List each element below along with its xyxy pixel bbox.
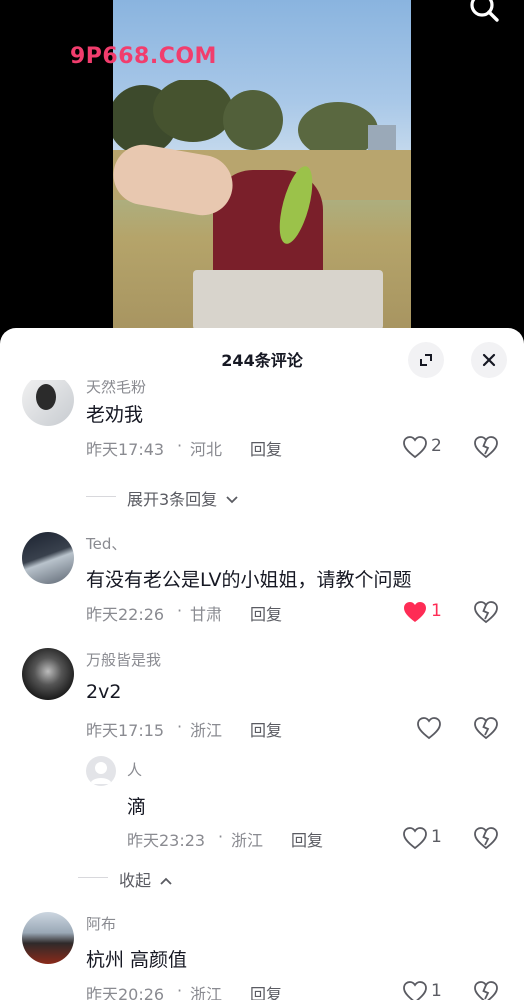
divider-line bbox=[86, 496, 116, 497]
like-count: 2 bbox=[431, 436, 442, 456]
comment-text: 杭州 高颜值 bbox=[86, 949, 188, 971]
reply-button[interactable]: 回复 bbox=[291, 827, 323, 851]
broken-heart-icon bbox=[474, 981, 498, 1000]
comment-location: 甘肃 bbox=[190, 605, 223, 624]
like-button[interactable]: 1 bbox=[402, 980, 446, 1000]
search-button[interactable] bbox=[466, 0, 502, 26]
fullscreen-button[interactable] bbox=[408, 342, 444, 378]
like-count: 1 bbox=[431, 601, 442, 621]
like-count: 1 bbox=[431, 981, 442, 1000]
avatar[interactable] bbox=[22, 912, 74, 964]
reply-text: 滴 bbox=[127, 796, 147, 818]
heart-icon bbox=[403, 981, 427, 1000]
collapse-replies-label: 收起 bbox=[119, 871, 152, 890]
comment-username[interactable]: Ted、 bbox=[86, 533, 126, 554]
comment-text: 2v2 bbox=[86, 681, 122, 703]
reply-button[interactable]: 回复 bbox=[250, 981, 282, 1000]
dislike-button[interactable] bbox=[473, 600, 499, 626]
heart-filled-icon bbox=[404, 602, 426, 622]
comment-count-title: 244条评论 bbox=[221, 351, 303, 370]
separator-dot: · bbox=[177, 436, 183, 455]
dislike-button[interactable] bbox=[473, 826, 499, 852]
broken-heart-icon bbox=[474, 827, 498, 850]
separator-dot: · bbox=[177, 601, 183, 620]
divider-line bbox=[78, 877, 108, 878]
video-player[interactable]: 9P668.COM bbox=[0, 0, 524, 340]
comment-time: 昨天22:26 bbox=[86, 605, 165, 624]
heart-icon bbox=[403, 436, 427, 459]
avatar[interactable] bbox=[22, 532, 74, 584]
close-button[interactable] bbox=[471, 342, 507, 378]
expand-icon bbox=[420, 354, 432, 366]
comment-sheet: 244条评论 天然毛粉 老劝我 昨天17:43 · 河北 回复 2 展开3条回复… bbox=[0, 328, 524, 1000]
default-user-icon bbox=[90, 762, 112, 784]
broken-heart-icon bbox=[474, 601, 498, 624]
dislike-button[interactable] bbox=[473, 716, 499, 742]
comment-username[interactable]: 天然毛粉 bbox=[86, 380, 146, 397]
reply-button[interactable]: 回复 bbox=[250, 601, 282, 625]
reply-avatar[interactable] bbox=[86, 756, 116, 786]
reply-location: 浙江 bbox=[231, 831, 264, 850]
comment-location: 浙江 bbox=[190, 721, 223, 740]
like-button[interactable]: 2 bbox=[402, 435, 446, 461]
reply-time: 昨天23:23 bbox=[127, 831, 206, 850]
heart-icon bbox=[417, 717, 441, 740]
reply-username[interactable]: 人 bbox=[127, 759, 142, 780]
comment-time: 昨天17:15 bbox=[86, 721, 165, 740]
watermark: 9P668.COM bbox=[70, 44, 217, 69]
expand-replies-label: 展开3条回复 bbox=[127, 490, 218, 509]
heart-icon bbox=[403, 827, 427, 850]
comment-location: 浙江 bbox=[190, 985, 223, 1000]
comment-text: 老劝我 bbox=[86, 404, 144, 426]
avatar[interactable] bbox=[22, 380, 74, 426]
comment-time: 昨天17:43 bbox=[86, 440, 165, 459]
separator-dot: · bbox=[177, 981, 183, 1000]
broken-heart-icon bbox=[474, 436, 498, 459]
separator-dot: · bbox=[177, 717, 183, 736]
separator-dot: · bbox=[218, 827, 224, 846]
broken-heart-icon bbox=[474, 717, 498, 740]
bench bbox=[193, 270, 383, 330]
chevron-up-icon bbox=[160, 877, 172, 885]
dislike-button[interactable] bbox=[473, 435, 499, 461]
comment-username[interactable]: 万般皆是我 bbox=[86, 649, 161, 670]
like-button[interactable]: 1 bbox=[402, 826, 446, 852]
comment-list[interactable]: 天然毛粉 老劝我 昨天17:43 · 河北 回复 2 展开3条回复 Ted、 有… bbox=[0, 380, 524, 1000]
comment-time: 昨天20:26 bbox=[86, 985, 165, 1000]
expand-replies-button[interactable]: 展开3条回复 bbox=[127, 486, 239, 510]
comment-location: 河北 bbox=[190, 440, 223, 459]
like-count: 1 bbox=[431, 827, 442, 847]
avatar[interactable] bbox=[22, 648, 74, 700]
close-icon bbox=[482, 353, 496, 367]
comment-username[interactable]: 阿布 bbox=[86, 913, 116, 934]
reply-button[interactable]: 回复 bbox=[250, 717, 282, 741]
like-button[interactable]: 1 bbox=[402, 600, 446, 626]
reply-button[interactable]: 回复 bbox=[250, 436, 282, 460]
comment-text: 有没有老公是LV的小姐姐，请教个问题 bbox=[86, 569, 412, 591]
dislike-button[interactable] bbox=[473, 980, 499, 1000]
chevron-down-icon bbox=[226, 496, 238, 504]
like-button[interactable] bbox=[416, 716, 442, 742]
collapse-replies-button[interactable]: 收起 bbox=[119, 867, 173, 891]
search-icon bbox=[470, 0, 499, 22]
